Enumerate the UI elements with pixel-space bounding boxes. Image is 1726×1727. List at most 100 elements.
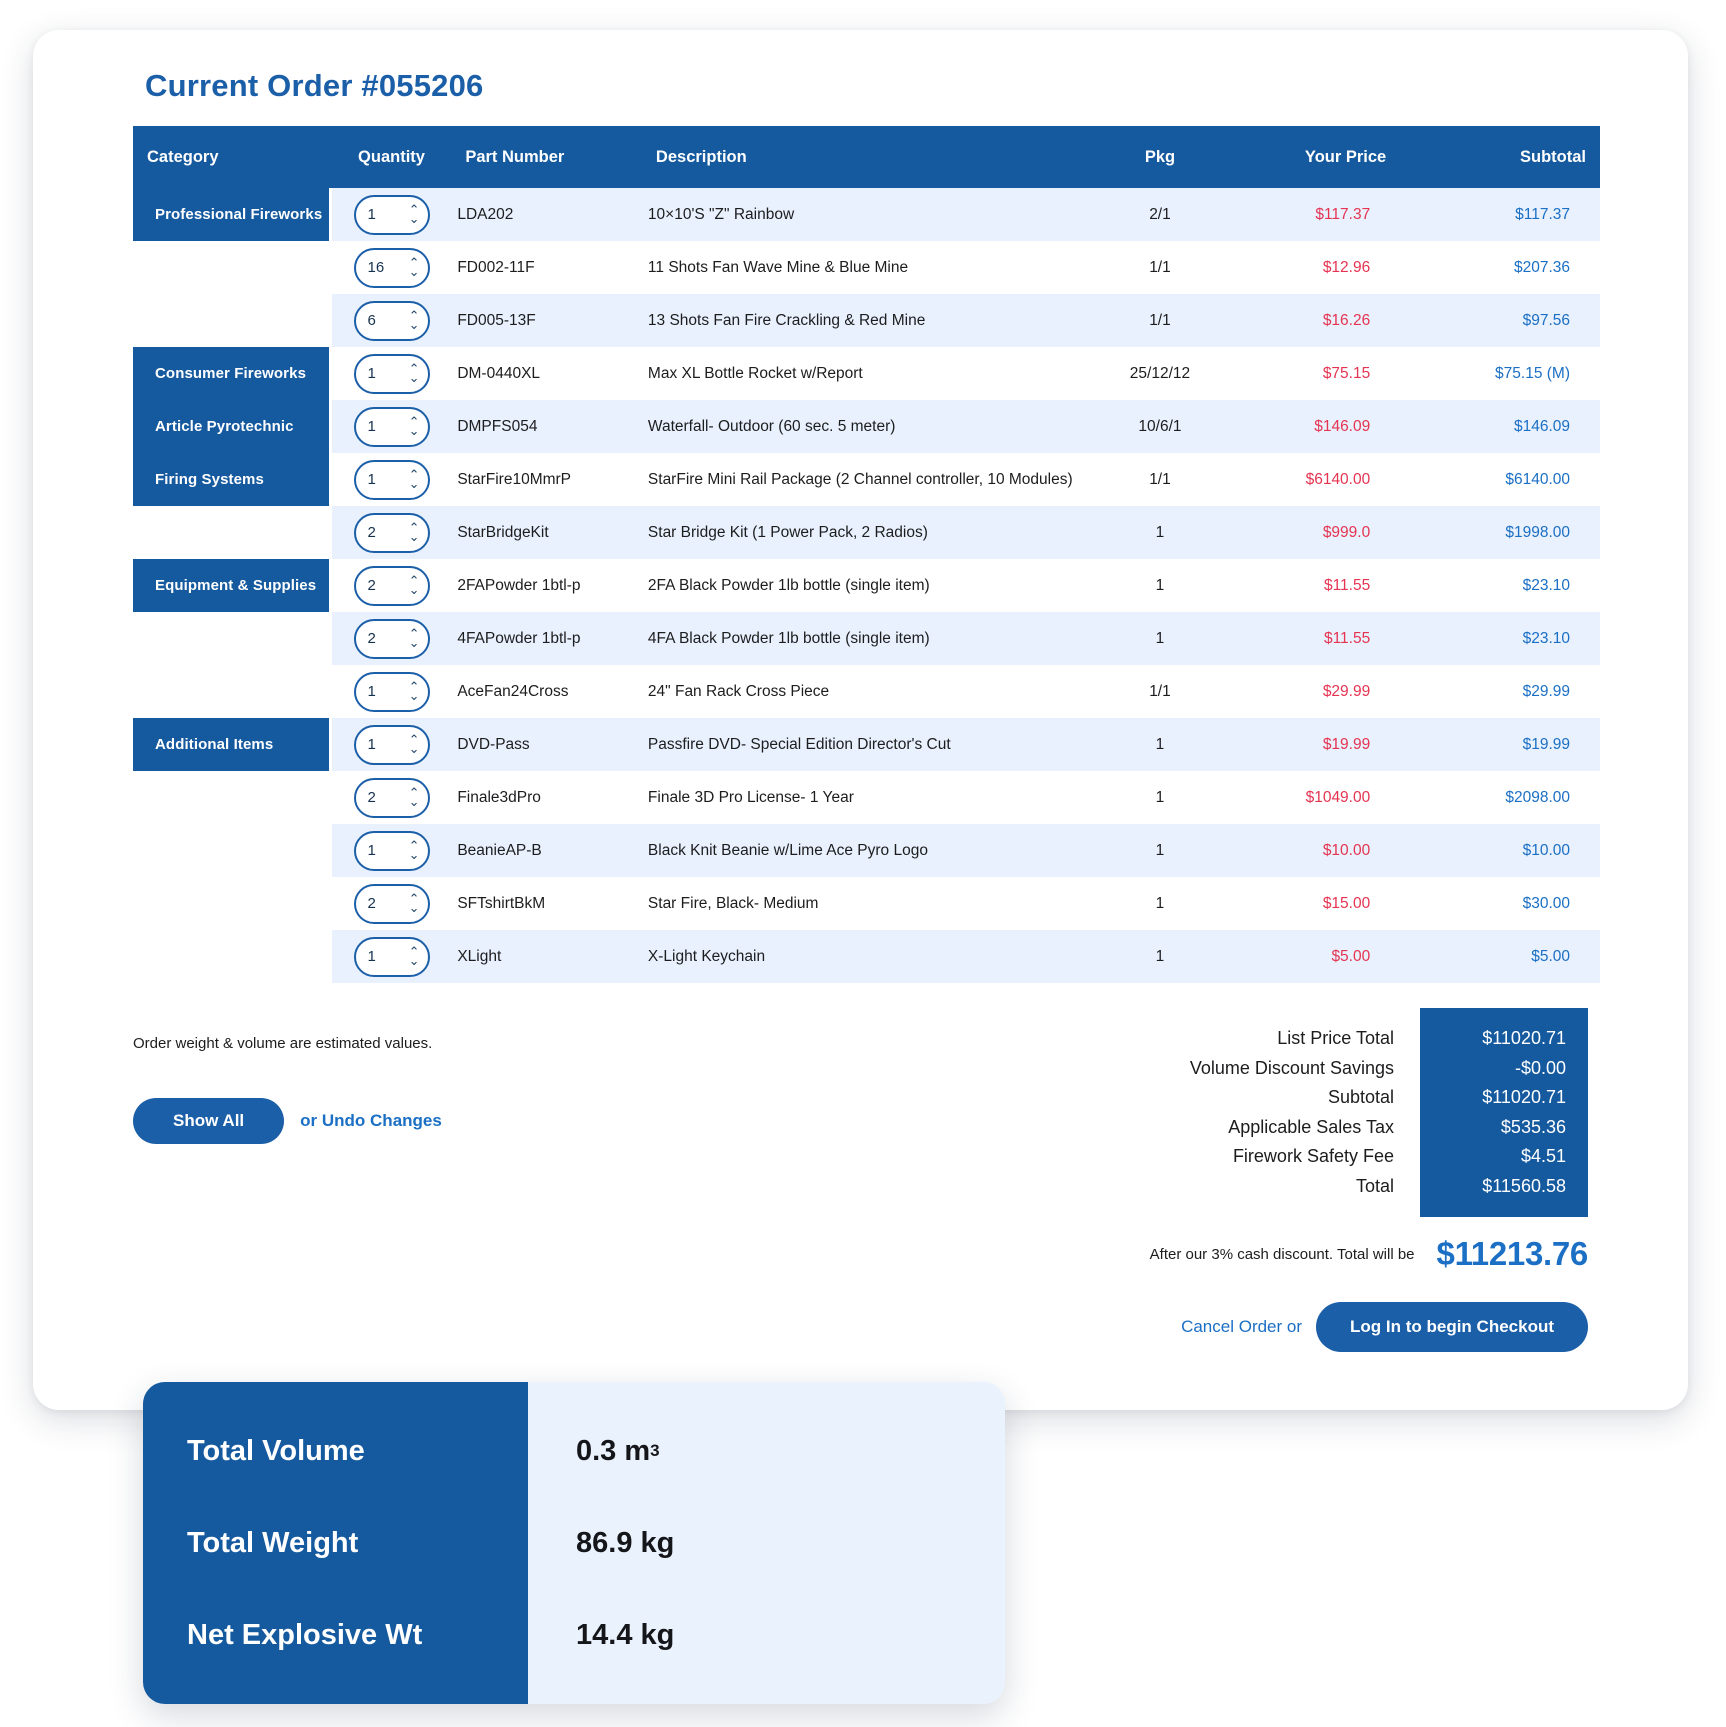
cell-part-number: DVD-Pass bbox=[451, 718, 642, 771]
order-table: Category Quantity Part Number Descriptio… bbox=[133, 126, 1600, 983]
stepper-arrows-icon[interactable]: ⌃ ⌄ bbox=[409, 839, 420, 860]
login-checkout-button[interactable]: Log In to begin Checkout bbox=[1316, 1302, 1588, 1352]
stepper-arrows-icon[interactable]: ⌃ ⌄ bbox=[409, 415, 420, 436]
cell-part-number: DMPFS054 bbox=[451, 400, 642, 453]
page-root: Current Order #055206 Category Quantity … bbox=[0, 0, 1726, 1727]
cell-category: Article Pyrotechnic bbox=[133, 400, 332, 453]
quantity-stepper[interactable]: 1 ⌃ ⌄ bbox=[353, 724, 430, 765]
cell-subtotal: $23.10 bbox=[1400, 612, 1600, 665]
total-value: -$0.00 bbox=[1514, 1057, 1566, 1078]
cell-subtotal: $5.00 bbox=[1400, 930, 1600, 983]
cell-category bbox=[133, 877, 332, 930]
table-header-row: Category Quantity Part Number Descriptio… bbox=[133, 126, 1600, 188]
summary-label-column: Total Volume Total Weight Net Explosive Wt bbox=[143, 1382, 528, 1704]
table-row: Equipment & Supplies 2 ⌃ ⌄ 2FAPowder 1btl-p 2… bbox=[133, 559, 1600, 612]
cell-description: 24" Fan Rack Cross Piece bbox=[641, 665, 1101, 718]
col-header-category: Category bbox=[133, 126, 332, 188]
chevron-down-icon[interactable]: ⌄ bbox=[409, 741, 420, 754]
stepper-arrows-icon[interactable]: ⌃ ⌄ bbox=[409, 786, 420, 807]
cell-description: X-Light Keychain bbox=[641, 930, 1101, 983]
cell-your-price: $117.37 bbox=[1219, 188, 1401, 241]
cancel-order-link[interactable]: Cancel Order or bbox=[1181, 1317, 1302, 1337]
table-header: Category Quantity Part Number Descriptio… bbox=[133, 126, 1600, 188]
chevron-down-icon[interactable]: ⌄ bbox=[409, 476, 420, 489]
stepper-arrows-icon[interactable]: ⌃ ⌄ bbox=[409, 203, 420, 224]
quantity-stepper[interactable]: 1 ⌃ ⌄ bbox=[353, 194, 430, 235]
chevron-down-icon[interactable]: ⌄ bbox=[409, 264, 420, 277]
quantity-stepper[interactable]: 2 ⌃ ⌄ bbox=[353, 512, 430, 553]
quantity-stepper[interactable]: 16 ⌃ ⌄ bbox=[353, 247, 430, 288]
chevron-down-icon[interactable]: ⌄ bbox=[409, 211, 420, 224]
table-row: 1 ⌃ ⌄ AceFan24Cross 24" Fan Rack Cross Piece… bbox=[133, 665, 1600, 718]
cell-subtotal: $23.10 bbox=[1400, 559, 1600, 612]
cell-category bbox=[133, 506, 332, 559]
cell-pkg: 2/1 bbox=[1100, 188, 1220, 241]
cell-description: Finale 3D Pro License- 1 Year bbox=[641, 771, 1101, 824]
chevron-down-icon[interactable]: ⌄ bbox=[409, 847, 420, 860]
quantity-stepper[interactable]: 2 ⌃ ⌄ bbox=[353, 777, 430, 818]
stepper-arrows-icon[interactable]: ⌃ ⌄ bbox=[409, 256, 420, 277]
cell-quantity: 2 ⌃ ⌄ bbox=[331, 612, 452, 665]
total-label: Total bbox=[1355, 1175, 1394, 1196]
cell-subtotal: $97.56 bbox=[1400, 294, 1600, 347]
table-row: 6 ⌃ ⌄ FD005-13F 13 Shots Fan Fire Crackling … bbox=[133, 294, 1600, 347]
chevron-down-icon[interactable]: ⌄ bbox=[409, 688, 420, 701]
summary-value: 14.4 kg bbox=[576, 1618, 675, 1651]
cell-quantity: 16 ⌃ ⌄ bbox=[331, 241, 452, 294]
chevron-down-icon[interactable]: ⌄ bbox=[409, 953, 420, 966]
cell-quantity: 2 ⌃ ⌄ bbox=[331, 771, 452, 824]
summary-value-column: 0.3 m 3 86.9 kg 14.4 kg bbox=[528, 1382, 1005, 1704]
stepper-arrows-icon[interactable]: ⌃ ⌄ bbox=[409, 627, 420, 648]
stepper-arrows-icon[interactable]: ⌃ ⌄ bbox=[409, 521, 420, 542]
cell-pkg: 1 bbox=[1100, 612, 1220, 665]
quantity-stepper[interactable]: 1 ⌃ ⌄ bbox=[353, 406, 430, 447]
chevron-down-icon[interactable]: ⌄ bbox=[409, 582, 420, 595]
chevron-down-icon[interactable]: ⌄ bbox=[409, 900, 420, 913]
quantity-value: 1 bbox=[367, 471, 376, 488]
cell-description: 4FA Black Powder 1lb bottle (single item… bbox=[641, 612, 1101, 665]
chevron-down-icon[interactable]: ⌄ bbox=[409, 635, 420, 648]
quantity-stepper[interactable]: 1 ⌃ ⌄ bbox=[353, 459, 430, 500]
chevron-down-icon[interactable]: ⌄ bbox=[409, 370, 420, 383]
quantity-stepper[interactable]: 1 ⌃ ⌄ bbox=[353, 830, 430, 871]
total-label: Volume Discount Savings bbox=[1189, 1057, 1394, 1078]
table-row: 2 ⌃ ⌄ SFTshirtBkM Star Fire, Black- Medium 1 $… bbox=[133, 877, 1600, 930]
chevron-down-icon[interactable]: ⌄ bbox=[409, 423, 420, 436]
quantity-stepper[interactable]: 1 ⌃ ⌄ bbox=[353, 671, 430, 712]
show-all-button[interactable]: Show All bbox=[133, 1098, 285, 1144]
cell-pkg: 1/1 bbox=[1100, 665, 1220, 718]
cell-subtotal: $6140.00 bbox=[1400, 453, 1600, 506]
stepper-arrows-icon[interactable]: ⌃ ⌄ bbox=[409, 362, 420, 383]
quantity-stepper[interactable]: 2 ⌃ ⌄ bbox=[353, 565, 430, 606]
cell-description: StarFire Mini Rail Package (2 Channel co… bbox=[641, 453, 1101, 506]
stepper-arrows-icon[interactable]: ⌃ ⌄ bbox=[409, 733, 420, 754]
stepper-arrows-icon[interactable]: ⌃ ⌄ bbox=[409, 574, 420, 595]
footer-actions: Show All or Undo Changes bbox=[133, 1098, 442, 1144]
cell-pkg: 1 bbox=[1100, 930, 1220, 983]
cell-part-number: LDA202 bbox=[451, 188, 642, 241]
stepper-arrows-icon[interactable]: ⌃ ⌄ bbox=[409, 892, 420, 913]
cell-pkg: 1/1 bbox=[1100, 241, 1220, 294]
chevron-down-icon[interactable]: ⌄ bbox=[409, 794, 420, 807]
chevron-down-icon[interactable]: ⌄ bbox=[409, 529, 420, 542]
undo-changes-link[interactable]: or Undo Changes bbox=[300, 1111, 442, 1131]
quantity-stepper[interactable]: 2 ⌃ ⌄ bbox=[353, 883, 430, 924]
chevron-down-icon[interactable]: ⌄ bbox=[409, 317, 420, 330]
cell-category bbox=[133, 612, 332, 665]
cell-pkg: 1 bbox=[1100, 824, 1220, 877]
cell-your-price: $12.96 bbox=[1219, 241, 1401, 294]
quantity-stepper[interactable]: 6 ⌃ ⌄ bbox=[353, 300, 430, 341]
stepper-arrows-icon[interactable]: ⌃ ⌄ bbox=[409, 309, 420, 330]
stepper-arrows-icon[interactable]: ⌃ ⌄ bbox=[409, 945, 420, 966]
summary-value: 0.3 m3 bbox=[576, 1434, 660, 1467]
quantity-stepper[interactable]: 1 ⌃ ⌄ bbox=[353, 936, 430, 977]
quantity-stepper[interactable]: 1 ⌃ ⌄ bbox=[353, 353, 430, 394]
cell-subtotal: $146.09 bbox=[1400, 400, 1600, 453]
quantity-value: 2 bbox=[367, 789, 376, 806]
stepper-arrows-icon[interactable]: ⌃ ⌄ bbox=[409, 468, 420, 489]
cell-your-price: $75.15 bbox=[1219, 347, 1401, 400]
stepper-arrows-icon[interactable]: ⌃ ⌄ bbox=[409, 680, 420, 701]
quantity-stepper[interactable]: 2 ⌃ ⌄ bbox=[353, 618, 430, 659]
col-header-your-price: Your Price bbox=[1219, 126, 1401, 188]
cell-your-price: $6140.00 bbox=[1219, 453, 1401, 506]
